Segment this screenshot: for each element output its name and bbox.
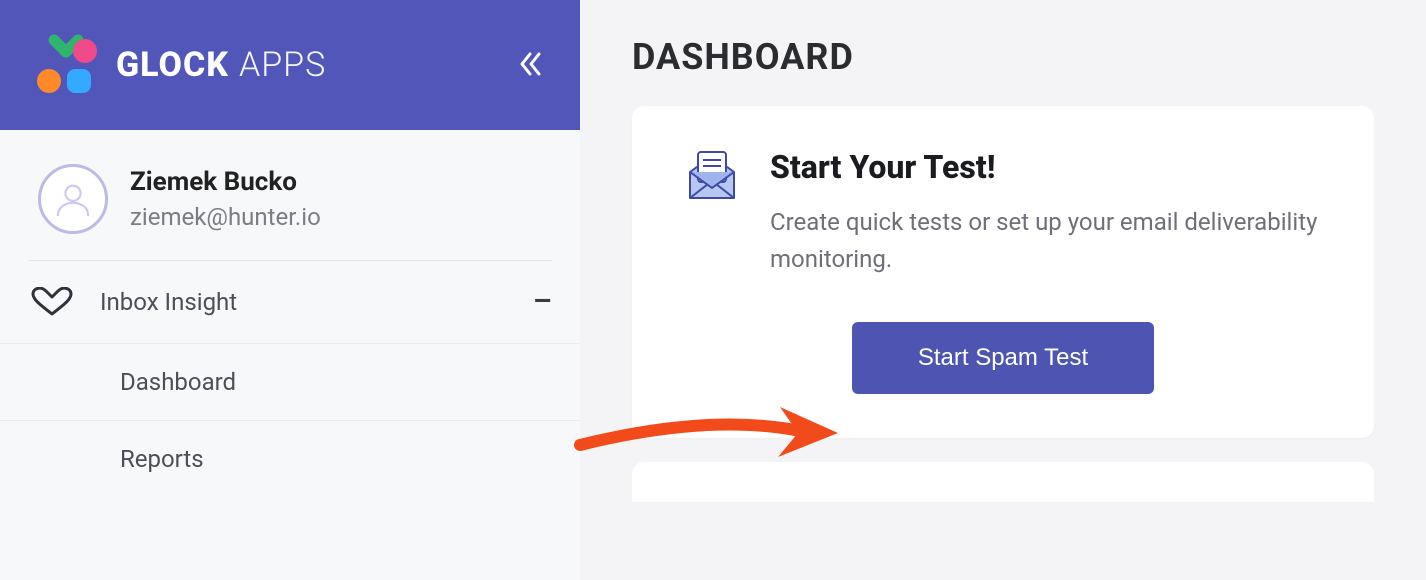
- heart-icon: [30, 287, 74, 317]
- card-cta-row: Start Spam Test: [684, 322, 1322, 394]
- brand-name: GLOCK APPS: [116, 45, 326, 85]
- envelope-icon: [684, 148, 740, 278]
- card-header: Start Your Test! Create quick tests or s…: [684, 148, 1322, 278]
- nav-inbox-insight[interactable]: Inbox Insight –: [0, 261, 580, 344]
- main-content: DASHBOARD Start Your Test! Create quick: [580, 0, 1426, 580]
- sidebar: GLOCK APPS Ziemek Bucko ziemek@h: [0, 0, 580, 580]
- user-name: Ziemek Bucko: [130, 167, 321, 198]
- sidebar-header: GLOCK APPS: [0, 0, 580, 130]
- brand-logo-icon: [36, 34, 98, 96]
- start-spam-test-button[interactable]: Start Spam Test: [852, 322, 1154, 394]
- brand-name-light: APPS: [239, 45, 326, 85]
- next-card-peek: [632, 462, 1374, 502]
- user-info: Ziemek Bucko ziemek@hunter.io: [130, 167, 321, 230]
- card-description: Create quick tests or set up your email …: [770, 204, 1322, 278]
- nav-sub-dashboard[interactable]: Dashboard: [0, 344, 580, 421]
- nav-section: Inbox Insight – Dashboard Reports: [0, 261, 580, 497]
- nav-sub-reports[interactable]: Reports: [0, 421, 580, 497]
- card-text: Start Your Test! Create quick tests or s…: [770, 148, 1322, 278]
- user-icon: [54, 180, 92, 218]
- app-root: GLOCK APPS Ziemek Bucko ziemek@h: [0, 0, 1426, 580]
- start-test-card: Start Your Test! Create quick tests or s…: [632, 106, 1374, 438]
- nav-inbox-insight-label: Inbox Insight: [100, 288, 507, 316]
- brand-name-bold: GLOCK: [116, 45, 229, 85]
- avatar: [38, 164, 108, 234]
- nav-sub-label: Dashboard: [120, 368, 236, 396]
- user-block[interactable]: Ziemek Bucko ziemek@hunter.io: [0, 130, 580, 260]
- collapse-sidebar-button[interactable]: [508, 42, 552, 89]
- card-title: Start Your Test!: [770, 148, 1322, 186]
- nav-sub-label: Reports: [120, 445, 204, 473]
- chevron-double-left-icon: [516, 50, 544, 78]
- user-email: ziemek@hunter.io: [130, 203, 321, 231]
- brand-logo: GLOCK APPS: [36, 34, 326, 96]
- page-title: DASHBOARD: [632, 36, 1374, 78]
